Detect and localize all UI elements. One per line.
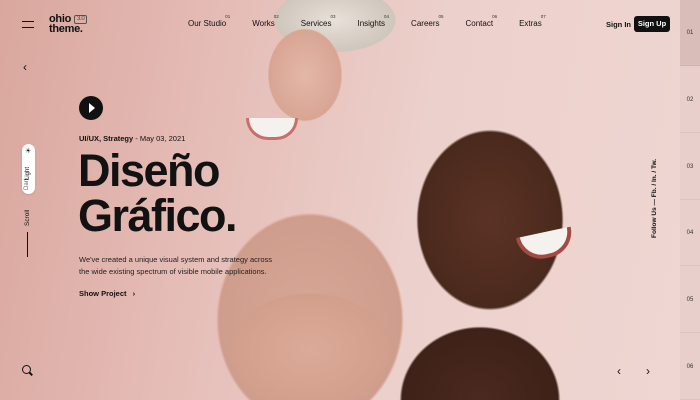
slide-index-item[interactable]: 03: [680, 134, 700, 200]
main-nav: Our Studio 01 Works 02 Services 03 Insights…: [188, 14, 546, 28]
slide-index-item[interactable]: 05: [680, 267, 700, 333]
nav-label: Careers: [411, 19, 440, 28]
logo-line-2: theme.: [49, 23, 83, 35]
version-badge: 3.0: [74, 15, 88, 24]
nav-label: Services: [300, 19, 332, 28]
slide-index-item[interactable]: 04: [680, 200, 700, 266]
nav-item-careers[interactable]: Careers 05: [411, 14, 443, 28]
nav-item-contact[interactable]: Contact 06: [465, 14, 498, 28]
menu-icon[interactable]: [22, 21, 34, 28]
scroll-indicator-line: [27, 232, 28, 257]
hero-description: We've created a unique visual system and…: [79, 255, 273, 276]
nav-item-services[interactable]: Services 03: [300, 14, 336, 28]
nav-item-insights[interactable]: Insights 04: [357, 14, 389, 28]
nav-number: 01: [225, 14, 231, 19]
slide-index-item[interactable]: 06: [680, 334, 700, 400]
slider-next-arrow-icon[interactable]: ›: [646, 364, 650, 378]
sign-up-button[interactable]: Sign Up: [634, 16, 670, 32]
search-icon[interactable]: [22, 365, 31, 374]
sign-in-link[interactable]: Sign In: [606, 20, 631, 29]
nav-number: 07: [540, 14, 546, 19]
slide-index-item[interactable]: 02: [680, 67, 700, 133]
nav-label: Insights: [357, 19, 386, 28]
nav-number: 02: [273, 14, 279, 19]
sun-icon: ☀: [25, 148, 32, 155]
slide-index-item[interactable]: 01: [680, 0, 700, 66]
hero-title-line-2: Gráfico.: [78, 190, 238, 241]
nav-label: Contact: [465, 19, 494, 28]
show-project-link[interactable]: Show Project ›: [79, 289, 135, 298]
nav-item-extras[interactable]: Extras 07: [519, 14, 546, 28]
play-button[interactable]: [79, 96, 103, 120]
nav-number: 05: [438, 14, 444, 19]
site-logo[interactable]: ohio theme. 3.0: [49, 14, 88, 35]
hero-slide: ohio theme. 3.0 Our Studio 01 Works 02 Ser…: [0, 0, 680, 400]
chevron-right-icon: ›: [132, 289, 136, 298]
slide-index: 01 02 03 04 05 06: [680, 0, 700, 400]
post-category: UI/UX, Strategy: [79, 134, 134, 143]
scroll-label: Scroll: [24, 209, 31, 226]
site-header: ohio theme. 3.0 Our Studio 01 Works 02 Ser…: [0, 0, 680, 48]
hero-title-line-1: Diseño: [78, 145, 221, 196]
nav-label: Extras: [519, 19, 542, 28]
hero-title: Diseño Gráfico.: [78, 145, 238, 241]
nav-item-works[interactable]: Works 02: [252, 14, 279, 28]
nav-number: 03: [330, 14, 336, 19]
show-project-label: Show Project: [79, 289, 127, 298]
slider-prev-arrow-icon[interactable]: ‹: [617, 364, 621, 378]
dark-mode-label[interactable]: Dark: [24, 177, 30, 190]
post-meta: UI/UX, Strategy - May 03, 2021: [79, 134, 185, 143]
post-date: - May 03, 2021: [133, 134, 186, 143]
social-follow[interactable]: Follow Us — Fb. / In. / Tw.: [651, 159, 658, 238]
nav-label: Works: [252, 19, 275, 28]
nav-number: 04: [384, 14, 390, 19]
chevron-left-icon[interactable]: ‹: [23, 60, 27, 74]
nav-label: Our Studio: [188, 19, 227, 28]
nav-number: 06: [492, 14, 498, 19]
nav-item-our-studio[interactable]: Our Studio 01: [188, 14, 230, 28]
